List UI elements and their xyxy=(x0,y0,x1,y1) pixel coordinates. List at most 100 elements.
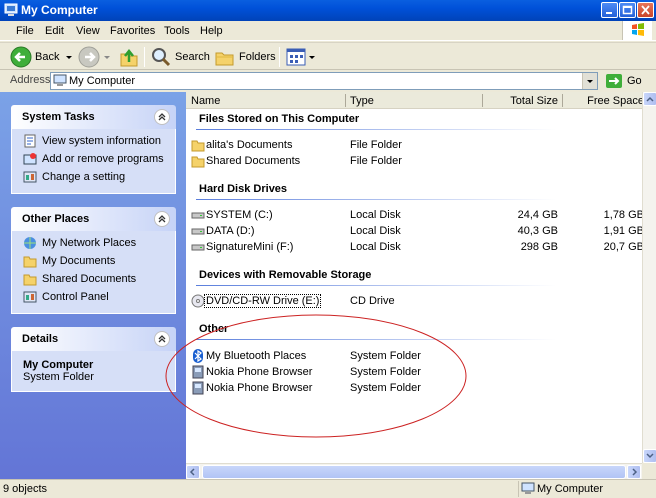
cd-drive-icon xyxy=(191,294,205,308)
folder-icon xyxy=(191,140,205,152)
my-documents-link[interactable]: My Documents xyxy=(12,253,175,271)
menu-edit[interactable]: Edit xyxy=(45,25,64,37)
windows-logo xyxy=(622,21,652,40)
control-panel-icon xyxy=(23,291,37,303)
scroll-right-button[interactable] xyxy=(627,465,641,479)
list-item[interactable]: Nokia Phone Browser System Folder xyxy=(186,380,642,396)
group-header: Hard Disk Drives xyxy=(199,183,288,195)
list-item[interactable]: SYSTEM (C:) Local Disk 24,4 GB 1,78 GB xyxy=(186,207,644,223)
horizontal-scroll-thumb[interactable] xyxy=(202,465,626,479)
shared-documents-link[interactable]: Shared Documents xyxy=(12,271,175,289)
task-pane: System Tasks View system information Add… xyxy=(0,92,186,479)
computer-icon xyxy=(4,3,18,16)
search-icon xyxy=(152,48,171,67)
up-folder-icon xyxy=(120,48,138,67)
column-name[interactable]: Name xyxy=(191,95,220,107)
collapse-button[interactable] xyxy=(154,331,170,347)
computer-icon xyxy=(521,482,535,494)
file-list-view[interactable]: Name Type Total Size Free Space Files St… xyxy=(186,92,656,479)
menu-help[interactable]: Help xyxy=(200,25,223,37)
list-item[interactable]: SignatureMini (F:) Local Disk 298 GB 20,… xyxy=(186,239,644,255)
views-icon xyxy=(286,48,306,66)
status-bar: 9 objects My Computer xyxy=(0,479,656,498)
window-title: My Computer xyxy=(21,3,98,17)
group-divider xyxy=(196,129,556,130)
scroll-down-button[interactable] xyxy=(643,449,656,463)
status-location: My Computer xyxy=(518,481,656,497)
windows-flag-icon xyxy=(632,23,644,36)
add-remove-programs-link[interactable]: Add or remove programs xyxy=(12,151,175,169)
list-item[interactable]: DVD/CD-RW Drive (E:) CD Drive xyxy=(186,293,642,309)
title-bar[interactable]: My Computer xyxy=(0,0,656,21)
group-divider xyxy=(196,285,556,286)
menu-view[interactable]: View xyxy=(76,25,100,37)
views-button[interactable] xyxy=(285,46,317,68)
menu-tools[interactable]: Tools xyxy=(164,25,190,37)
go-button[interactable]: Go xyxy=(605,72,650,90)
toolbar-separator xyxy=(144,47,145,67)
hard-disk-icon xyxy=(191,212,205,219)
chevron-up-icon xyxy=(646,96,654,102)
search-button[interactable]: Search xyxy=(150,46,210,68)
chevron-right-icon xyxy=(632,468,638,476)
phone-browser-icon xyxy=(192,365,204,379)
address-label: Address xyxy=(10,74,51,86)
group-divider xyxy=(196,339,556,340)
double-chevron-up-icon xyxy=(158,215,166,223)
address-bar: Address My Computer Go xyxy=(0,71,656,91)
control-panel-link[interactable]: Control Panel xyxy=(12,289,175,307)
list-item[interactable]: Nokia Phone Browser System Folder xyxy=(186,364,642,380)
system-tasks-header[interactable]: System Tasks xyxy=(11,105,176,129)
chevron-down-icon xyxy=(587,80,593,83)
status-object-count: 9 objects xyxy=(3,483,48,495)
close-button[interactable] xyxy=(637,2,654,18)
horizontal-scrollbar[interactable] xyxy=(186,463,642,479)
details-header[interactable]: Details xyxy=(11,327,176,351)
collapse-button[interactable] xyxy=(154,211,170,227)
vertical-scrollbar[interactable] xyxy=(642,92,656,463)
column-separator[interactable] xyxy=(482,94,483,107)
details-panel: Details My Computer System Folder xyxy=(11,327,176,392)
folders-icon xyxy=(215,52,234,66)
forward-button[interactable] xyxy=(78,46,112,68)
scroll-left-button[interactable] xyxy=(186,465,200,479)
my-network-places-link[interactable]: My Network Places xyxy=(12,235,175,253)
group-header: Other xyxy=(199,323,229,335)
go-arrow-icon xyxy=(606,74,622,88)
other-places-panel: Other Places My Network Places My Docume… xyxy=(11,207,176,314)
menu-favorites[interactable]: Favorites xyxy=(110,25,155,37)
list-item[interactable]: DATA (D:) Local Disk 40,3 GB 1,91 GB xyxy=(186,223,644,239)
view-system-info-link[interactable]: View system information xyxy=(12,133,175,151)
change-setting-link[interactable]: Change a setting xyxy=(12,169,175,187)
chevron-down-icon[interactable] xyxy=(64,53,74,61)
folders-button[interactable]: Folders xyxy=(214,46,276,68)
details-description: System Folder xyxy=(23,371,94,383)
maximize-icon xyxy=(622,5,633,15)
list-item[interactable]: My Bluetooth Places System Folder xyxy=(186,348,642,364)
maximize-button[interactable] xyxy=(619,2,636,18)
other-places-header[interactable]: Other Places xyxy=(11,207,176,231)
list-item[interactable]: Shared Documents File Folder xyxy=(186,153,642,169)
column-type[interactable]: Type xyxy=(350,95,374,107)
chevron-down-icon xyxy=(104,56,110,59)
minimize-button[interactable] xyxy=(601,2,618,18)
group-header: Files Stored on This Computer xyxy=(199,113,360,125)
column-free-space[interactable]: Free Space xyxy=(562,95,644,107)
forward-arrow-icon xyxy=(78,46,100,68)
menu-file[interactable]: File xyxy=(16,25,34,37)
group-header: Devices with Removable Storage xyxy=(199,269,372,281)
up-folder-button[interactable] xyxy=(118,46,140,68)
column-separator[interactable] xyxy=(345,94,346,107)
address-input[interactable]: My Computer xyxy=(50,72,598,90)
menu-bar: File Edit View Favorites Tools Help xyxy=(0,21,656,41)
address-dropdown-button[interactable] xyxy=(582,73,597,89)
scrollbar-corner xyxy=(642,463,656,479)
scroll-up-button[interactable] xyxy=(643,92,656,106)
back-button[interactable]: Back xyxy=(10,46,74,68)
collapse-button[interactable] xyxy=(154,109,170,125)
list-item[interactable]: alita's Documents File Folder xyxy=(186,137,642,153)
computer-icon xyxy=(53,74,67,86)
folder-icon xyxy=(23,256,37,268)
system-info-icon xyxy=(24,134,36,148)
column-total-size[interactable]: Total Size xyxy=(486,95,558,107)
